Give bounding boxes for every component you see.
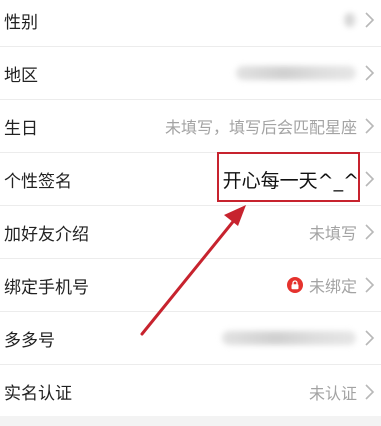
row-real-name-auth[interactable]: 实名认证 未认证 [0,365,381,418]
chevron-right-icon [365,12,375,28]
bind-phone-label: 绑定手机号 [4,277,89,298]
bind-phone-value-group: 未绑定 [286,273,357,297]
row-birthday[interactable]: 生日 未填写，填写后会匹配星座 [0,100,381,153]
gender-label: 性别 [4,12,38,33]
real-name-auth-label: 实名认证 [4,384,72,404]
row-bind-phone[interactable]: 绑定手机号 未绑定 [0,259,381,312]
chevron-right-icon [365,118,375,134]
friend-intro-value: 未填写 [308,224,357,243]
highlight-box [217,152,360,202]
birthday-label: 生日 [4,118,38,139]
profile-settings-list: 性别 地区 生日 未填写，填写后会匹配星座 个性签名 开心每一天^_^ 加好友介… [0,0,381,426]
section-gap [0,416,381,426]
gender-value-blurred [344,13,356,27]
chevron-right-icon [365,65,375,81]
row-friend-intro[interactable]: 加好友介绍 未填写 [0,206,381,259]
duoduo-id-value-blurred [222,331,356,345]
friend-intro-label: 加好友介绍 [4,224,89,245]
signature-label: 个性签名 [4,171,72,192]
row-duoduo-id[interactable]: 多多号 [0,312,381,365]
region-label: 地区 [4,65,38,86]
real-name-auth-value: 未认证 [308,383,357,403]
chevron-right-icon [365,330,375,346]
lock-icon [286,277,303,293]
bind-phone-value: 未绑定 [308,277,357,296]
duoduo-id-label: 多多号 [4,330,55,351]
chevron-right-icon [365,383,375,400]
row-region[interactable]: 地区 [0,47,381,100]
birthday-value: 未填写，填写后会匹配星座 [164,118,357,137]
region-value-blurred [236,66,356,80]
chevron-right-icon [365,277,375,293]
chevron-right-icon [365,224,375,240]
chevron-right-icon [365,171,375,187]
row-gender[interactable]: 性别 [0,0,381,47]
